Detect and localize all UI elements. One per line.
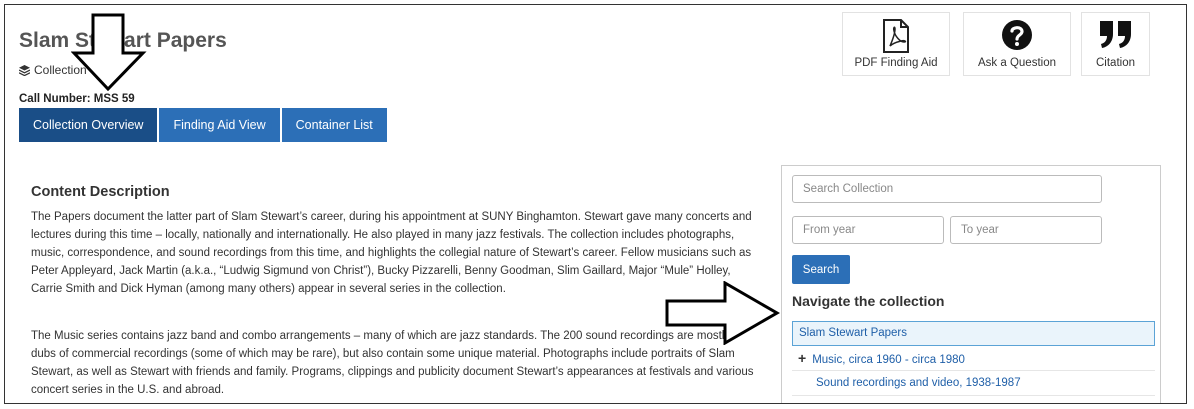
tree-item-sound-recordings[interactable]: Sound recordings and video, 1938-1987 (792, 371, 1155, 396)
navigate-heading: Navigate the collection (792, 293, 945, 309)
tree-item-music[interactable]: + Music, circa 1960 - circa 1980 (792, 346, 1155, 371)
expand-plus-icon[interactable]: + (798, 350, 806, 366)
right-arrow-icon (665, 281, 781, 345)
pdf-finding-aid-label: PDF Finding Aid (854, 57, 938, 69)
content-description-heading: Content Description (31, 184, 170, 200)
content-paragraph: The Music series contains jazz band and … (31, 330, 754, 396)
tree-root-item[interactable]: Slam Stewart Papers (792, 321, 1155, 346)
question-circle-icon (1002, 20, 1032, 50)
search-collection-input[interactable] (792, 175, 1102, 203)
citation-button[interactable]: Citation (1081, 12, 1150, 76)
collection-sidebar: Search Navigate the collection Slam Stew… (781, 165, 1161, 403)
citation-label: Citation (1096, 57, 1135, 69)
page-frame: Slam Stewart Papers Collection Call Numb… (4, 4, 1187, 404)
down-arrow-icon (71, 13, 147, 91)
content-paragraph: The Papers document the latter part of S… (31, 211, 752, 295)
ask-question-label: Ask a Question (978, 57, 1056, 69)
pdf-finding-aid-button[interactable]: PDF Finding Aid (842, 12, 950, 76)
call-number: Call Number: MSS 59 (19, 93, 135, 105)
from-year-input[interactable] (792, 216, 944, 244)
layers-icon (19, 64, 30, 76)
tree-item-label: Music, circa 1960 - circa 1980 (812, 354, 965, 366)
tree-item-label: Sound recordings and video, 1938-1987 (816, 377, 1021, 389)
pdf-file-icon (883, 19, 909, 53)
tab-container-list[interactable]: Container List (281, 108, 387, 142)
quote-icon (1099, 21, 1131, 48)
tab-collection-overview[interactable]: Collection Overview (19, 108, 158, 142)
search-button[interactable]: Search (792, 255, 850, 284)
view-tabs: Collection Overview Finding Aid View Con… (19, 108, 387, 142)
ask-question-button[interactable]: Ask a Question (963, 12, 1071, 76)
to-year-input[interactable] (950, 216, 1102, 244)
tab-finding-aid-view[interactable]: Finding Aid View (159, 108, 280, 142)
